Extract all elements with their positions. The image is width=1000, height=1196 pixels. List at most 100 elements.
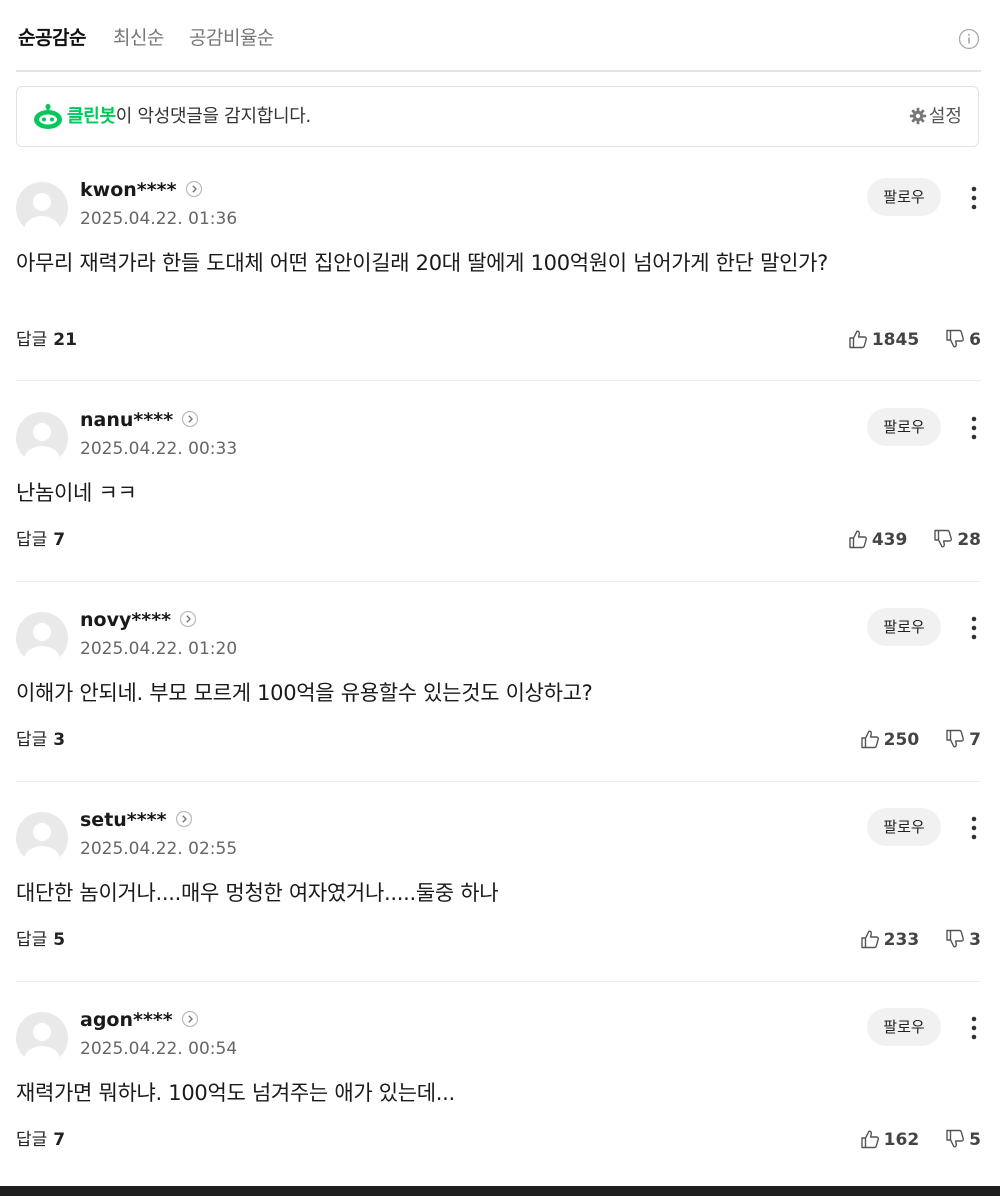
like-button[interactable]: 233	[860, 928, 920, 952]
follow-button[interactable]: 팔로우	[867, 178, 941, 216]
vote-group: 162 5	[860, 1128, 981, 1152]
dislike-count: 7	[969, 730, 981, 750]
comment-item: kwon**** 2025.04.22. 01:36 팔로우 아무리 재력가라 …	[16, 170, 981, 381]
reply-button[interactable]: 답글 3	[16, 728, 65, 752]
follow-button[interactable]: 팔로우	[867, 408, 941, 446]
comment-author-name: kwon****	[80, 179, 177, 201]
thumbs-up-icon	[860, 730, 879, 749]
thumbs-down-icon	[934, 529, 953, 548]
vote-group: 250 7	[860, 728, 981, 752]
vote-group: 439 28	[848, 528, 981, 552]
chevron-right-icon	[175, 810, 192, 828]
reply-button[interactable]: 답글 7	[16, 1128, 65, 1152]
default-avatar-icon[interactable]	[16, 812, 68, 864]
reply-count: 21	[53, 330, 77, 350]
sort-tab-latest[interactable]: 최신순	[113, 24, 164, 52]
reply-count: 3	[53, 730, 66, 750]
more-vertical-icon[interactable]	[969, 814, 979, 842]
settings-label: 설정	[928, 106, 962, 127]
info-icon[interactable]	[958, 28, 980, 50]
dislike-count: 5	[969, 1130, 981, 1150]
comment-item: setu**** 2025.04.22. 02:55 팔로우 대단한 놈이거나.…	[16, 800, 981, 982]
sort-bar: 순공감순 최신순 공감비율순	[16, 0, 981, 72]
default-avatar-icon[interactable]	[16, 412, 68, 464]
more-vertical-icon[interactable]	[969, 184, 979, 212]
reply-label: 답글	[16, 1130, 48, 1150]
more-vertical-icon[interactable]	[969, 1014, 979, 1042]
like-button[interactable]: 1845	[848, 328, 919, 352]
cleanbot-settings-button[interactable]: 설정	[909, 104, 962, 130]
comment-text: 난놈이네 ㅋㅋ	[16, 481, 137, 505]
reply-count: 5	[53, 930, 66, 950]
gear-icon	[909, 107, 927, 125]
comment-author[interactable]: agon****	[80, 1006, 199, 1034]
reply-button[interactable]: 답글 21	[16, 328, 77, 352]
reply-label: 답글	[16, 730, 48, 750]
dislike-button[interactable]: 28	[933, 528, 981, 552]
vote-group: 1845 6	[848, 328, 981, 352]
chevron-right-icon	[182, 410, 199, 428]
comment-item: novy**** 2025.04.22. 01:20 팔로우 이해가 안되네. …	[16, 600, 981, 782]
comment-author-name: novy****	[80, 609, 172, 631]
like-count: 250	[883, 730, 920, 750]
chevron-right-icon	[181, 1010, 198, 1028]
dislike-button[interactable]: 3	[945, 928, 981, 952]
like-button[interactable]: 250	[860, 728, 920, 752]
default-avatar-icon[interactable]	[16, 1012, 68, 1064]
comment-author-name: setu****	[80, 809, 167, 831]
comment-text: 대단한 놈이거나....매우 멍청한 여자였거나.....둘중 하나	[16, 881, 499, 905]
comment-author[interactable]: nanu****	[80, 406, 199, 434]
comment-text: 이해가 안되네. 부모 모르게 100억을 유용할수 있는것도 이상하고?	[16, 681, 593, 705]
comment-author[interactable]: novy****	[80, 606, 197, 634]
comment-date: 2025.04.22. 02:55	[80, 839, 238, 859]
like-count: 439	[871, 530, 908, 550]
thumbs-down-icon	[946, 929, 965, 948]
vote-group: 233 3	[860, 928, 981, 952]
comment-author[interactable]: setu****	[80, 806, 193, 834]
follow-button[interactable]: 팔로우	[867, 808, 941, 846]
comment-date: 2025.04.22. 01:20	[80, 639, 238, 659]
cleanbot-icon	[34, 104, 62, 129]
chevron-right-icon	[185, 180, 202, 198]
reply-button[interactable]: 답글 7	[16, 528, 65, 552]
cleanbot-brand: 클린봇	[67, 106, 116, 127]
comment-author[interactable]: kwon****	[80, 176, 203, 204]
sort-tab-like-ratio[interactable]: 공감비율순	[189, 24, 274, 52]
like-button[interactable]: 162	[860, 1128, 920, 1152]
comment-date: 2025.04.22. 00:33	[80, 439, 238, 459]
comment-page: 순공감순 최신순 공감비율순 클린봇이 악성댓글을 감지합니다. 설정 kwon…	[0, 0, 1000, 1196]
thumbs-down-icon	[946, 729, 965, 748]
comment-text: 아무리 재력가라 한들 도대체 어떤 집안이길래 20대 딸에게 100억원이 …	[16, 251, 828, 275]
comment-date: 2025.04.22. 01:36	[80, 209, 238, 229]
reply-count: 7	[53, 530, 66, 550]
sort-tab-likes[interactable]: 순공감순	[18, 24, 86, 52]
dislike-button[interactable]: 7	[945, 728, 981, 752]
comment-author-name: nanu****	[80, 409, 174, 431]
like-count: 1845	[871, 330, 920, 350]
reply-label: 답글	[16, 930, 48, 950]
like-count: 233	[883, 930, 920, 950]
follow-button[interactable]: 팔로우	[867, 608, 941, 646]
dislike-count: 3	[969, 930, 981, 950]
like-count: 162	[883, 1130, 920, 1150]
comment-item: nanu**** 2025.04.22. 00:33 팔로우 난놈이네 ㅋㅋ 답…	[16, 400, 981, 582]
cleanbot-banner: 클린봇이 악성댓글을 감지합니다. 설정	[16, 86, 979, 147]
thumbs-down-icon	[946, 329, 965, 348]
reply-count: 7	[53, 1130, 66, 1150]
follow-button[interactable]: 팔로우	[867, 1008, 941, 1046]
more-vertical-icon[interactable]	[969, 414, 979, 442]
dislike-button[interactable]: 5	[945, 1128, 981, 1152]
dislike-button[interactable]: 6	[945, 328, 981, 352]
bottom-bar	[0, 1186, 1000, 1196]
comment-item: agon**** 2025.04.22. 00:54 팔로우 재력가면 뭐하냐.…	[16, 1000, 981, 1170]
default-avatar-icon[interactable]	[16, 182, 68, 234]
comment-author-name: agon****	[80, 1009, 173, 1031]
more-vertical-icon[interactable]	[969, 614, 979, 642]
like-button[interactable]: 439	[848, 528, 908, 552]
thumbs-down-icon	[946, 1129, 965, 1148]
reply-button[interactable]: 답글 5	[16, 928, 65, 952]
default-avatar-icon[interactable]	[16, 612, 68, 664]
cleanbot-message: 클린봇이 악성댓글을 감지합니다.	[67, 103, 311, 131]
chevron-right-icon	[180, 610, 197, 628]
thumbs-up-icon	[860, 1130, 879, 1149]
